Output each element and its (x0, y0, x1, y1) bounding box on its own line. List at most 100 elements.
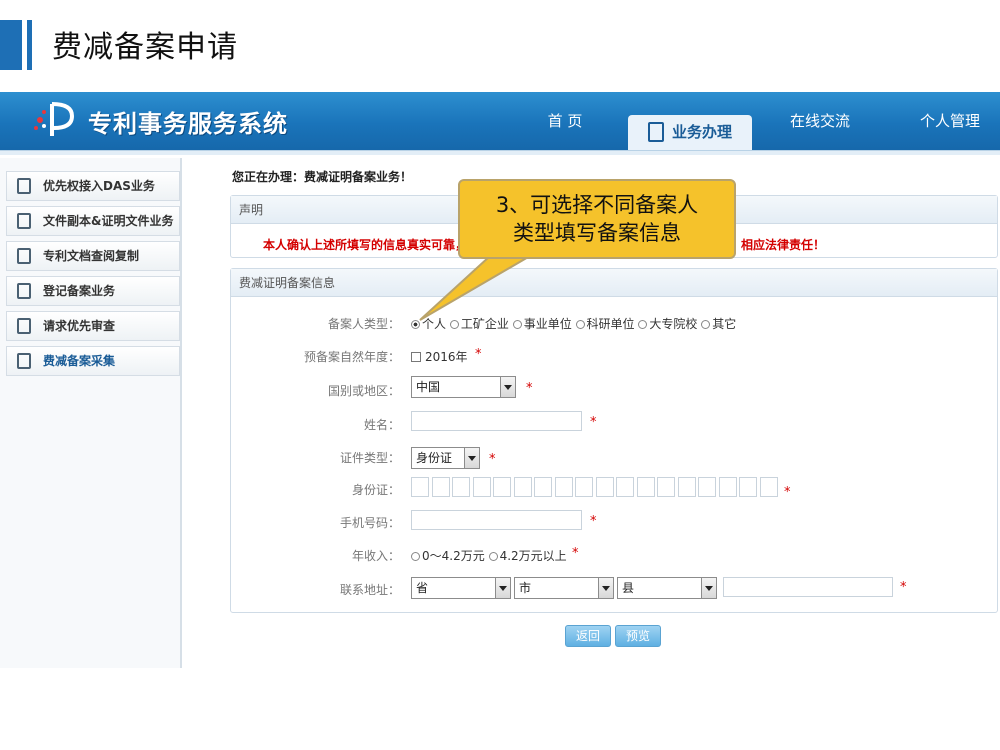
county-select[interactable]: 县 (617, 577, 717, 599)
crop-icon (17, 178, 31, 194)
city-select[interactable]: 市 (514, 577, 614, 599)
nav-online[interactable]: 在线交流 (775, 92, 865, 150)
id-type-value: 身份证 (416, 451, 453, 465)
id-digit-box[interactable] (678, 477, 696, 497)
radio-label: 4.2万元以上 (499, 549, 567, 563)
book-icon (17, 248, 31, 264)
id-digit-box[interactable] (596, 477, 614, 497)
filer-type-label: 备案人类型： (327, 317, 400, 331)
country-label: 国别或地区： (327, 384, 400, 398)
id-digit-box[interactable] (514, 477, 532, 497)
id-digit-box[interactable] (760, 477, 778, 497)
required-mark: * (489, 452, 496, 467)
sidebar-item-label: 请求优先审查 (43, 319, 116, 333)
radio-income-high[interactable] (488, 552, 498, 561)
id-digit-box[interactable] (616, 477, 634, 497)
chevron-down-icon (464, 448, 479, 468)
id-digit-box[interactable] (473, 477, 491, 497)
id-type-label: 证件类型： (339, 451, 400, 465)
sidebar-item-label: 专利文档查阅复制 (43, 249, 140, 263)
radio-enterprise[interactable] (449, 320, 459, 329)
radio-label: 事业单位 (523, 317, 572, 331)
required-mark: * (475, 347, 482, 362)
radio-label: 个人 (422, 317, 447, 331)
title-accent-bar-thin (27, 20, 32, 70)
required-mark: * (590, 514, 597, 529)
radio-college[interactable] (638, 320, 648, 329)
nav-personal[interactable]: 个人管理 (905, 92, 995, 150)
filer-type-radios: 个人 工矿企业 事业单位 科研单位 大专院校 其它 (411, 315, 736, 332)
province-select[interactable]: 省 (411, 577, 511, 599)
country-value: 中国 (416, 380, 441, 394)
system-name: 专利事务服务系统 (88, 110, 288, 138)
form-title: 费减证明备案信息 (231, 269, 997, 297)
sidebar-item-registration[interactable]: 登记备案业务 (6, 276, 180, 306)
radio-individual[interactable] (411, 320, 420, 329)
id-digit-box[interactable] (452, 477, 470, 497)
sidebar-item-copies[interactable]: 文件副本&证明文件业务 (6, 206, 180, 236)
id-digit-box[interactable] (575, 477, 593, 497)
income-label: 年收入： (351, 549, 400, 563)
name-input[interactable] (411, 411, 582, 431)
year-value: 2016年 (425, 350, 468, 364)
sidebar-item-label: 优先权接入DAS业务 (43, 179, 155, 193)
address-detail-input[interactable] (723, 577, 893, 597)
chevron-down-icon (598, 578, 613, 598)
id-digit-box[interactable] (657, 477, 675, 497)
id-digit-box[interactable] (493, 477, 511, 497)
radio-label: 科研单位 (586, 317, 635, 331)
document-icon (17, 213, 31, 229)
sidebar-item-priority-exam[interactable]: 请求优先审查 (6, 311, 180, 341)
phone-label: 手机号码： (339, 516, 400, 530)
sidebar-item-das[interactable]: 优先权接入DAS业务 (6, 171, 180, 201)
page-icon (17, 283, 31, 299)
id-type-select[interactable]: 身份证 (411, 447, 480, 469)
radio-research[interactable] (575, 320, 585, 329)
logo-icon (34, 102, 75, 136)
callout-line2: 类型填写备案信息 (513, 221, 681, 245)
back-button[interactable]: 返回 (565, 625, 611, 647)
book-icon (17, 353, 31, 369)
preview-button[interactable]: 预览 (615, 625, 661, 647)
chevron-down-icon (495, 578, 510, 598)
year-checkbox[interactable] (411, 352, 421, 362)
radio-label: 工矿企业 (460, 317, 509, 331)
id-digit-box[interactable] (739, 477, 757, 497)
city-value: 市 (519, 581, 532, 595)
slide-title: 费减备案申请 (52, 30, 238, 65)
nav-home[interactable]: 首 页 (530, 92, 600, 150)
id-digit-box[interactable] (719, 477, 737, 497)
id-digit-box[interactable] (411, 477, 429, 497)
address-label: 联系地址： (339, 583, 400, 597)
sidebar-item-label: 登记备案业务 (43, 284, 116, 298)
radio-other[interactable] (701, 320, 711, 329)
sidebar-item-fee-reduction[interactable]: 费减备案采集 (6, 346, 180, 376)
year-checkbox-row: 2016年 (411, 348, 468, 365)
id-digit-box[interactable] (432, 477, 450, 497)
id-digit-box[interactable] (637, 477, 655, 497)
radio-label: 0～4.2万元 (422, 549, 485, 563)
radio-income-low[interactable] (411, 552, 420, 561)
chevron-down-icon (500, 377, 515, 397)
radio-institution[interactable] (512, 320, 522, 329)
sidebar-item-label: 费减备案采集 (43, 354, 116, 368)
nav-business[interactable]: 业务办理 (628, 115, 752, 150)
id-digit-box[interactable] (555, 477, 573, 497)
nav-business-label: 业务办理 (671, 123, 732, 141)
required-mark: * (526, 381, 533, 396)
current-task: 您正在办理：费减证明备案业务！ (232, 170, 413, 184)
title-accent-bar (0, 20, 22, 70)
radio-label: 大专院校 (649, 317, 698, 331)
chevron-down-icon (701, 578, 716, 598)
id-digit-box[interactable] (698, 477, 716, 497)
sidebar-item-label: 文件副本&证明文件业务 (43, 214, 174, 228)
country-select[interactable]: 中国 (411, 376, 516, 398)
clipboard-icon (647, 122, 664, 142)
nav-underline-strip (0, 150, 1000, 155)
app-header: 专利事务服务系统 首 页 业务办理 在线交流 个人管理 (0, 92, 1000, 150)
phone-input[interactable] (411, 510, 582, 530)
id-digit-box[interactable] (534, 477, 552, 497)
callout-annotation: 3、可选择不同备案人 类型填写备案信息 (458, 179, 736, 259)
sidebar-item-archive[interactable]: 专利文档查阅复制 (6, 241, 180, 271)
year-label: 预备案自然年度： (303, 350, 400, 364)
